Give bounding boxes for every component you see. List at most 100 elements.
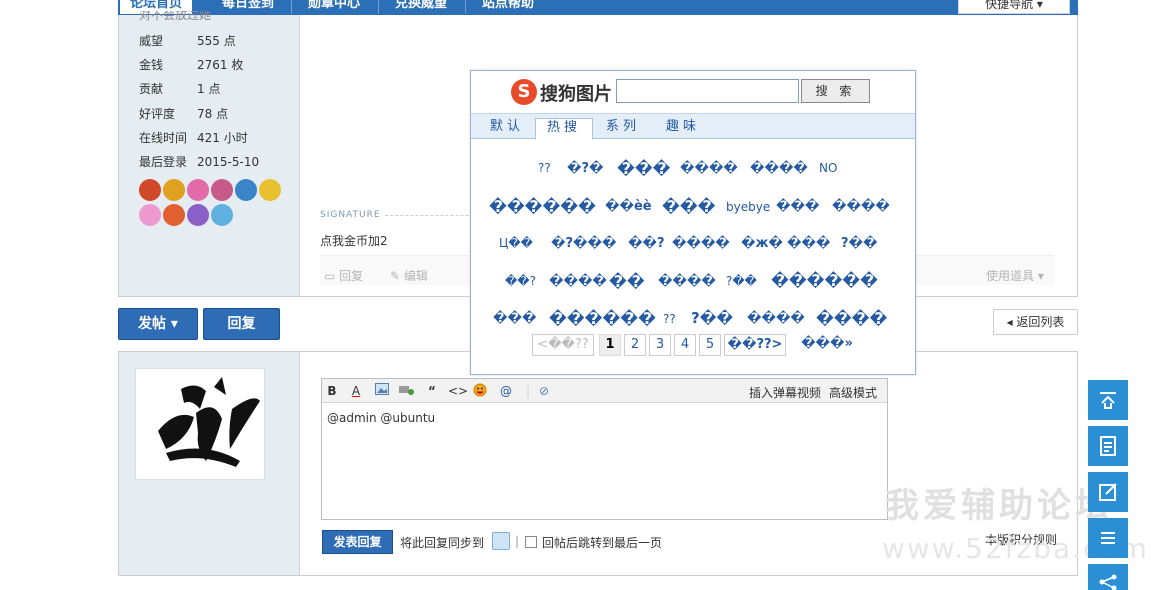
tab-series[interactable]: 系列 bbox=[599, 118, 647, 139]
nav-tab-help[interactable]: 站点帮助 bbox=[482, 0, 534, 14]
pagination-page[interactable]: 5 bbox=[699, 334, 721, 356]
hot-keyword[interactable]: ���� bbox=[658, 274, 716, 289]
hot-keyword[interactable]: ��� bbox=[787, 236, 830, 251]
advanced-mode-link[interactable]: 高级模式 bbox=[829, 384, 877, 401]
sogou-search-input[interactable] bbox=[616, 79, 799, 103]
hot-keyword[interactable]: ������ bbox=[549, 309, 656, 328]
signature-text[interactable]: 点我金币加2 bbox=[320, 232, 388, 249]
sogou-search-button[interactable]: 搜 索 bbox=[801, 79, 870, 103]
hot-keyword[interactable]: ��èè bbox=[605, 199, 652, 214]
hot-keyword[interactable]: ?�� bbox=[691, 309, 733, 327]
tab-default[interactable]: 默认 bbox=[485, 118, 529, 139]
hot-keyword[interactable]: ?? bbox=[663, 312, 676, 326]
sogou-logo-icon: S bbox=[511, 79, 537, 105]
quote-icon[interactable]: “ bbox=[424, 383, 440, 399]
tab-hot[interactable]: 热搜 bbox=[535, 118, 593, 140]
attachment-icon[interactable] bbox=[398, 383, 414, 399]
hot-keyword[interactable]: ���� bbox=[680, 161, 738, 176]
edit-link[interactable]: ✎ 编辑 bbox=[390, 267, 428, 284]
medal-icon[interactable] bbox=[259, 179, 281, 201]
at-mention-icon[interactable]: @ bbox=[498, 383, 514, 399]
hot-keyword[interactable]: �?��� bbox=[551, 236, 616, 251]
medal-icon[interactable] bbox=[187, 204, 209, 226]
avatar[interactable] bbox=[135, 368, 265, 480]
hot-keyword[interactable]: ���� bbox=[549, 274, 607, 289]
hot-keyword[interactable]: ���� bbox=[672, 236, 730, 251]
medal-icon[interactable] bbox=[187, 179, 209, 201]
stat-value: 78 点 bbox=[197, 107, 229, 121]
nav-tab-checkin[interactable]: 每日签到 bbox=[222, 0, 274, 14]
font-color-icon[interactable]: A bbox=[348, 383, 364, 399]
submit-reply-button[interactable]: 发表回复 bbox=[322, 530, 393, 554]
pagination-last[interactable]: ���» bbox=[797, 334, 857, 356]
medal-icon[interactable] bbox=[211, 179, 233, 201]
hot-keyword[interactable]: ������ bbox=[771, 271, 878, 290]
hot-keyword[interactable]: ��? bbox=[628, 236, 665, 251]
stat-key: 金钱 bbox=[139, 58, 164, 72]
stat-row: 金钱 2761 枚 bbox=[139, 56, 243, 74]
medal-icon[interactable] bbox=[235, 179, 257, 201]
medal-icon[interactable] bbox=[163, 179, 185, 201]
code-icon[interactable]: <> bbox=[448, 383, 468, 399]
reply-editor[interactable]: B A “ <> @ | ⊘ 插入弹幕视频 高级模式 @admin @ubunt… bbox=[321, 378, 888, 520]
sync-weibo-icon[interactable] bbox=[492, 532, 510, 550]
hot-keyword[interactable]: Ц�� bbox=[499, 236, 533, 250]
quick-reply-button[interactable] bbox=[1088, 472, 1128, 512]
insert-danmaku-video-button[interactable]: 插入弹幕视频 bbox=[749, 384, 821, 401]
pagination-page[interactable]: 4 bbox=[674, 334, 696, 356]
stat-value: 2761 枚 bbox=[197, 58, 244, 72]
pagination-next[interactable]: ��??> bbox=[724, 334, 786, 356]
paperclip-icon[interactable]: ⊘ bbox=[536, 383, 552, 399]
stat-key: 贡献 bbox=[139, 82, 164, 96]
reply-link[interactable]: ▭ 回复 bbox=[324, 267, 363, 284]
stat-value: 1 点 bbox=[197, 82, 221, 96]
hot-keyword[interactable]: ?�� bbox=[841, 236, 878, 251]
stat-key: 最后登录 bbox=[139, 155, 188, 169]
hot-keyword[interactable]: ?? bbox=[538, 161, 551, 175]
bold-icon[interactable]: B bbox=[324, 383, 340, 399]
pagination-page[interactable]: 3 bbox=[649, 334, 671, 356]
hot-keyword[interactable]: �ж� bbox=[741, 236, 783, 251]
hot-keyword[interactable]: ���� bbox=[832, 199, 890, 214]
tab-fun[interactable]: 趣味 bbox=[659, 118, 707, 139]
hot-keyword[interactable]: ��� bbox=[617, 159, 670, 178]
back-to-list-float-button[interactable] bbox=[1088, 518, 1128, 558]
medal-icon[interactable] bbox=[139, 204, 161, 226]
share-button[interactable] bbox=[1088, 564, 1128, 590]
use-tool-link[interactable]: 使用道具 ▾ bbox=[986, 267, 1044, 284]
back-to-list-button[interactable]: ◂ 返回列表 bbox=[993, 309, 1078, 335]
jump-last-page-checkbox[interactable] bbox=[525, 536, 537, 548]
quick-nav-dropdown[interactable]: 快捷导航 ▾ bbox=[958, 0, 1070, 14]
hot-keyword[interactable]: ���� bbox=[816, 309, 887, 328]
hot-keyword[interactable]: ��? bbox=[505, 274, 536, 288]
hot-keyword[interactable]: �� bbox=[609, 272, 645, 291]
hot-keyword[interactable]: byebye bbox=[726, 200, 770, 214]
medal-icon[interactable] bbox=[139, 179, 161, 201]
hot-keyword[interactable]: NO bbox=[819, 161, 837, 175]
hot-keyword[interactable]: ��� bbox=[662, 197, 715, 216]
editor-content[interactable]: @admin @ubuntu bbox=[327, 411, 435, 425]
hot-keyword[interactable]: ���� bbox=[750, 161, 808, 176]
hot-keyword[interactable]: ��� bbox=[776, 199, 819, 214]
hot-keyword[interactable]: ���� bbox=[747, 311, 805, 326]
pagination-page[interactable]: 1 bbox=[599, 334, 621, 356]
medal-icon[interactable] bbox=[211, 204, 233, 226]
hot-keyword[interactable]: ��� bbox=[493, 311, 536, 326]
medal-icon[interactable] bbox=[163, 204, 185, 226]
stat-row: 最后登录 2015-5-10 bbox=[139, 153, 259, 171]
image-icon[interactable] bbox=[374, 383, 390, 399]
pagination-prev[interactable]: <��?? bbox=[532, 334, 594, 356]
back-to-top-button[interactable] bbox=[1088, 380, 1128, 420]
nav-tab-medals[interactable]: 勋章中心 bbox=[308, 0, 360, 14]
nav-divider bbox=[378, 0, 379, 14]
new-thread-button[interactable] bbox=[1088, 426, 1128, 466]
nav-divider bbox=[465, 0, 466, 14]
nav-tab-exchange[interactable]: 兑换威望 bbox=[395, 0, 447, 14]
pagination-page[interactable]: 2 bbox=[624, 334, 646, 356]
hot-keyword[interactable]: �?� bbox=[567, 161, 604, 176]
hot-keyword[interactable]: ?�� bbox=[726, 274, 757, 288]
smiley-icon[interactable] bbox=[472, 383, 488, 399]
hot-keyword[interactable]: ������ bbox=[489, 197, 596, 216]
new-post-button[interactable]: 发帖 ▾ bbox=[118, 308, 198, 340]
reply-button[interactable]: 回复 bbox=[203, 308, 280, 340]
